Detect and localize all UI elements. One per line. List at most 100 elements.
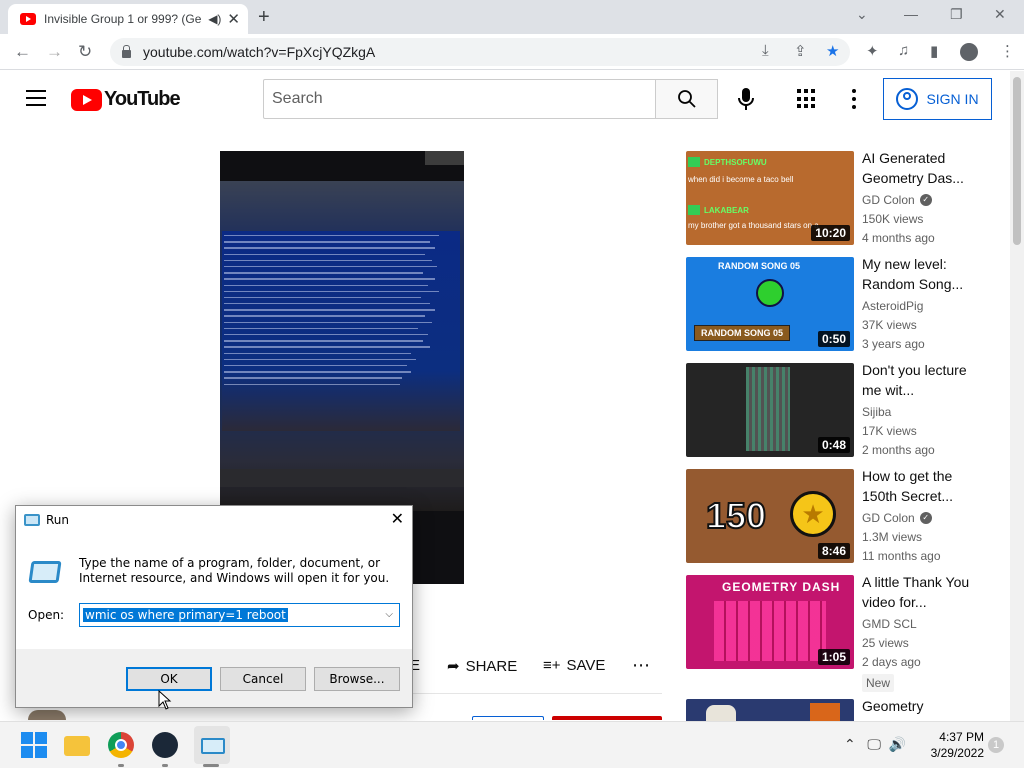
search-button[interactable] — [655, 79, 718, 119]
subscribe-button[interactable] — [552, 716, 662, 720]
close-icon[interactable]: ✕ — [391, 509, 404, 529]
tab-search-icon[interactable]: ⌄ — [856, 6, 868, 23]
chevron-down-icon[interactable]: ⌵ — [385, 609, 393, 620]
restore-icon[interactable]: ❐ — [950, 6, 963, 23]
recommendation-item[interactable]: 150 ★ 8:46 How to get the 150th Secret..… — [686, 466, 1006, 563]
back-icon[interactable]: ← — [14, 42, 31, 62]
bookmark-star-icon[interactable]: ★ — [826, 42, 839, 60]
recommendation-item[interactable]: Geometry — [686, 699, 1006, 721]
save-button[interactable]: ≡+ SAVE — [543, 657, 605, 674]
upload-age: 11 months ago — [862, 549, 941, 563]
new-tab-button[interactable]: + — [258, 6, 270, 29]
windows-start-icon[interactable] — [21, 732, 47, 758]
recommendation-item[interactable]: GEOMETRY DASH 1:05 A little Thank You vi… — [686, 572, 1006, 692]
notification-icon[interactable]: 1 — [988, 737, 1004, 753]
channel-label: GD Colon — [862, 511, 915, 525]
channel-name[interactable]: AsteroidPig — [862, 299, 923, 313]
video-title[interactable]: Geometry — [862, 699, 987, 716]
secret-coin-star-icon: ★ — [790, 491, 836, 537]
channel-name[interactable]: Sijiba — [862, 405, 891, 419]
channel-avatar[interactable] — [28, 710, 66, 720]
video-thumbnail[interactable]: GEOMETRY DASH 1:05 — [686, 575, 854, 669]
recommendation-item[interactable]: DEPTHSOFUWU when did i become a taco bel… — [686, 148, 1006, 245]
thumb-number-text: 150 — [705, 494, 767, 537]
thumb-title-text: RANDOM SONG 05 — [718, 261, 801, 271]
channel-label: GD Colon — [862, 193, 915, 207]
channel-name[interactable]: GD Colon ✓ — [862, 193, 932, 207]
youtube-apps-icon[interactable] — [797, 89, 817, 109]
channel-name[interactable]: GMD SCL — [862, 617, 917, 631]
system-tray-icons[interactable]: ⌃ 🖵 🔊 — [844, 736, 906, 753]
scrollbar-thumb[interactable] — [1013, 77, 1021, 245]
video-frame-terminal-lines — [224, 235, 458, 390]
running-indicator — [118, 764, 124, 767]
share-page-icon[interactable]: ⇪ — [794, 42, 807, 60]
steam-icon[interactable] — [152, 732, 178, 758]
more-actions-icon[interactable]: ⋯ — [632, 655, 650, 676]
chrome-icon[interactable] — [108, 732, 134, 758]
tab-audio-icon[interactable]: ◀) — [208, 12, 221, 26]
upload-age: 4 months ago — [862, 231, 935, 245]
join-button[interactable] — [472, 716, 544, 720]
video-thumbnail[interactable]: RANDOM SONG 05 RANDOM SONG 05 0:50 — [686, 257, 854, 351]
run-taskbar-icon[interactable] — [194, 726, 230, 764]
youtube-logo-text: YouTube — [104, 88, 181, 110]
video-title[interactable]: How to get the 150th Secret... — [862, 466, 987, 506]
ok-button[interactable]: OK — [126, 667, 212, 691]
view-count: 17K views — [862, 424, 917, 438]
channel-name[interactable]: GD Colon ✓ — [862, 511, 932, 525]
video-title[interactable]: A little Thank You video for... — [862, 572, 987, 612]
close-window-icon[interactable]: ✕ — [994, 6, 1006, 23]
run-command-input[interactable]: wmic os where primary=1 reboot ⌵ — [79, 603, 400, 627]
page-scrollbar[interactable] — [1010, 71, 1024, 721]
search-input[interactable]: Search — [263, 79, 656, 119]
address-bar[interactable]: youtube.com/watch?v=FpXcjYQZkgA — [110, 38, 850, 66]
run-description: Type the name of a program, folder, docu… — [79, 556, 390, 585]
forward-icon[interactable]: → — [46, 42, 63, 62]
sign-in-button[interactable]: SIGN IN — [883, 78, 992, 120]
cancel-button[interactable]: Cancel — [220, 667, 306, 691]
voice-search-mic-icon[interactable] — [736, 87, 756, 111]
extensions-icon[interactable]: ✦ — [866, 42, 879, 60]
view-count: 150K views — [862, 212, 924, 226]
view-count: 37K views — [862, 318, 917, 332]
run-dialog-titlebar[interactable]: Run — [16, 506, 412, 534]
video-thumbnail[interactable] — [686, 699, 854, 721]
video-thumbnail[interactable]: 0:48 — [686, 363, 854, 457]
thumb-username: DEPTHSOFUWU — [704, 158, 767, 167]
ad-overlay-icon[interactable] — [425, 151, 464, 165]
run-app-icon — [24, 514, 40, 526]
thumb-username: LAKABEAR — [704, 206, 749, 215]
install-app-icon[interactable]: ⤓ — [762, 42, 769, 59]
minimize-icon[interactable]: — — [904, 6, 918, 22]
video-title[interactable]: My new level: Random Song... — [862, 254, 987, 294]
hamburger-menu-icon[interactable] — [26, 90, 46, 106]
lock-icon[interactable] — [122, 45, 131, 58]
youtube-logo[interactable]: YouTube — [71, 88, 181, 111]
video-title[interactable]: AI Generated Geometry Das... — [862, 148, 987, 188]
recommendation-item[interactable]: RANDOM SONG 05 RANDOM SONG 05 0:50 My ne… — [686, 254, 1006, 351]
side-panel-icon[interactable]: ▮ — [930, 42, 938, 60]
browse-button[interactable]: Browse... — [314, 667, 400, 691]
media-control-icon[interactable]: ♫ — [898, 42, 909, 59]
browser-tab-active[interactable]: Invisible Group 1 or 999? (Ge ◀) ✕ — [8, 4, 248, 34]
file-explorer-icon[interactable] — [64, 736, 90, 756]
video-thumbnail[interactable]: DEPTHSOFUWU when did i become a taco bel… — [686, 151, 854, 245]
recommendation-item[interactable]: 0:48 Don't you lecture me wit... Sijiba … — [686, 360, 1006, 457]
settings-kebab-icon[interactable] — [852, 89, 856, 109]
profile-avatar-icon[interactable] — [960, 43, 978, 61]
share-button[interactable]: ➦ SHARE — [447, 657, 517, 676]
browser-tab-strip: Invisible Group 1 or 999? (Ge ◀) ✕ + ⌄ —… — [0, 0, 1024, 34]
thumb-comment: when did i become a taco bell — [688, 175, 794, 184]
reload-icon[interactable]: ↻ — [78, 42, 92, 62]
upload-age: 2 days ago — [862, 655, 921, 669]
upload-age: 3 years ago — [862, 337, 925, 351]
url-text[interactable]: youtube.com/watch?v=FpXcjYQZkgA — [143, 44, 375, 60]
video-thumbnail[interactable]: 150 ★ 8:46 — [686, 469, 854, 563]
video-title[interactable]: Don't you lecture me wit... — [862, 360, 987, 400]
upload-age: 2 months ago — [862, 443, 935, 457]
taskbar-clock[interactable]: 4:37 PM 3/29/2022 — [920, 729, 984, 761]
tab-close-icon[interactable]: ✕ — [227, 10, 240, 28]
run-command-text[interactable]: wmic os where primary=1 reboot — [83, 608, 288, 622]
chrome-menu-icon[interactable]: ⋮ — [1000, 42, 1015, 60]
